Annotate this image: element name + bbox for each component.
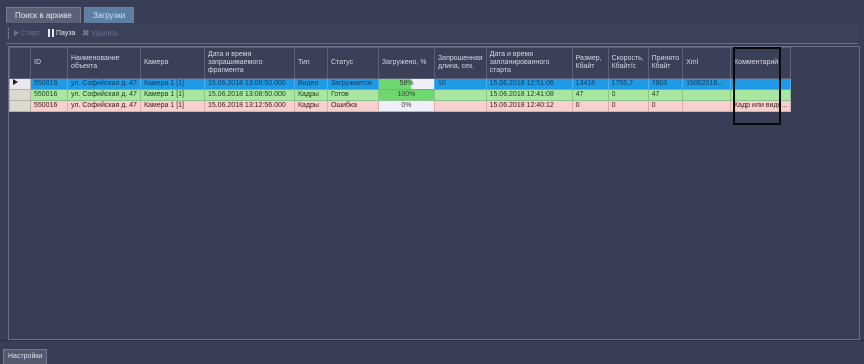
cell-camera: Камера 1 [1] <box>139 89 205 101</box>
cell-object: ул. Софийская д. 47 <box>67 78 141 90</box>
cell-comment: Кадр или виде... <box>730 100 792 112</box>
cell-planned-start: 15.06.2018 12:51:06 <box>485 78 573 90</box>
cell-id: 550016 <box>30 78 68 90</box>
cell-length <box>433 100 487 112</box>
delete-label: Удалить <box>91 30 119 38</box>
header-status[interactable]: Статус <box>326 47 379 79</box>
play-icon <box>14 30 19 37</box>
cell-received: 0 <box>647 100 684 112</box>
header-xml[interactable]: Xml <box>682 47 732 79</box>
cell-xml <box>682 100 732 112</box>
cell-received: 7803 <box>647 78 684 90</box>
header-fragment-time[interactable]: Дата и время запрашиваемого фрагмента <box>203 47 295 79</box>
cell-planned-start: 15.06.2018 12:41:08 <box>485 89 573 101</box>
header-planned-start[interactable]: Дата и время запланированного старта <box>485 47 573 79</box>
cell-type: Кадры <box>293 89 328 101</box>
downloads-grid: ID Наименование объекта Камера Дата и вр… <box>8 46 860 340</box>
tab-archive-search[interactable]: Поиск в архиве <box>6 7 81 23</box>
cell-comment <box>730 78 792 90</box>
cell-progress: 58% <box>377 78 435 90</box>
row-pointer-icon <box>13 79 18 85</box>
cell-status: Загружается <box>326 78 379 90</box>
delete-button[interactable]: ✖ Удалить <box>82 28 118 39</box>
cell-received: 47 <box>647 89 684 101</box>
progress-text: 58% <box>399 80 414 87</box>
cell-type: Кадры <box>293 100 328 112</box>
downloads-table: ID Наименование объекта Камера Дата и вр… <box>9 47 792 112</box>
table-row[interactable]: 550016 ул. Софийская д. 47 Камера 1 [1] … <box>9 100 792 112</box>
cell-length <box>433 89 487 101</box>
start-label: Старт <box>21 30 41 37</box>
cell-fragment-time: 15.06.2018 13:12:56.000 <box>203 100 295 112</box>
pause-icon <box>48 29 54 38</box>
cell-fragment-time: 15.06.2018 13:08:50.000 <box>203 89 295 101</box>
header-id[interactable]: ID <box>30 47 68 79</box>
cell-comment <box>730 89 792 101</box>
row-indicator[interactable] <box>9 100 31 112</box>
cell-xml: 15062018... <box>682 78 732 90</box>
cell-object: ул. Софийская д. 47 <box>67 89 141 101</box>
cell-speed: 0 <box>607 89 649 101</box>
cell-size: 0 <box>571 100 609 112</box>
header-speed[interactable]: Скорость, Кбайт/с <box>607 47 649 79</box>
cell-id: 550016 <box>30 89 68 101</box>
cell-size: 13418 <box>571 78 609 90</box>
cell-object: ул. Софийская д. 47 <box>67 100 141 112</box>
cell-length: 10 <box>433 78 487 90</box>
header-comment[interactable]: Комментарий <box>730 47 792 79</box>
table-row[interactable]: 550016 ул. Софийская д. 47 Камера 1 [1] … <box>9 89 792 101</box>
pause-label: Пауза <box>56 30 76 37</box>
cell-progress: 0% <box>377 100 435 112</box>
tab-downloads[interactable]: Загрузки <box>84 7 135 23</box>
header-type[interactable]: Тип <box>293 47 328 79</box>
row-indicator[interactable] <box>9 78 31 90</box>
cell-planned-start: 15.06.2018 12:40:12 <box>485 100 573 112</box>
header-length[interactable]: Запрошенная длина, сек. <box>433 47 487 79</box>
header-received[interactable]: Принято Кбайт <box>647 47 684 79</box>
cell-status: Ошибка <box>326 100 379 112</box>
cell-type: Видео <box>293 78 328 90</box>
row-indicator[interactable] <box>9 89 31 101</box>
progress-text: 100% <box>397 91 416 98</box>
toolbar: Старт Пауза ✖ Удалить <box>6 24 858 44</box>
tab-settings[interactable]: Настройки <box>3 349 48 364</box>
delete-icon: ✖ <box>82 28 90 38</box>
cell-size: 47 <box>571 89 609 101</box>
cell-progress: 100% <box>377 89 435 101</box>
cell-fragment-time: 15.06.2018 13:08:50.000 <box>203 78 295 90</box>
tab-bar: Поиск в архиве Загрузки <box>0 0 864 23</box>
cell-camera: Камера 1 [1] <box>139 78 205 90</box>
header-object[interactable]: Наименование объекта <box>67 47 141 79</box>
cell-xml <box>682 89 732 101</box>
header-indicator <box>9 47 31 79</box>
header-size[interactable]: Размер, Кбайт <box>571 47 609 79</box>
cell-status: Готов <box>326 89 379 101</box>
bottom-bar: Настройки <box>0 340 864 364</box>
cell-speed: 0 <box>607 100 649 112</box>
cell-id: 550016 <box>30 100 68 112</box>
table-row[interactable]: 550016 ул. Софийская д. 47 Камера 1 [1] … <box>9 78 792 90</box>
pause-button[interactable]: Пауза <box>48 28 75 39</box>
progress-text: 0% <box>401 102 412 109</box>
cell-speed: 1755,7 <box>607 78 649 90</box>
toolbar-grip[interactable] <box>8 28 11 39</box>
header-progress[interactable]: Загружено, % <box>377 47 435 79</box>
start-button[interactable]: Старт <box>14 28 40 39</box>
cell-camera: Камера 1 [1] <box>139 100 205 112</box>
table-header-row: ID Наименование объекта Камера Дата и вр… <box>9 47 792 79</box>
header-camera[interactable]: Камера <box>139 47 205 79</box>
